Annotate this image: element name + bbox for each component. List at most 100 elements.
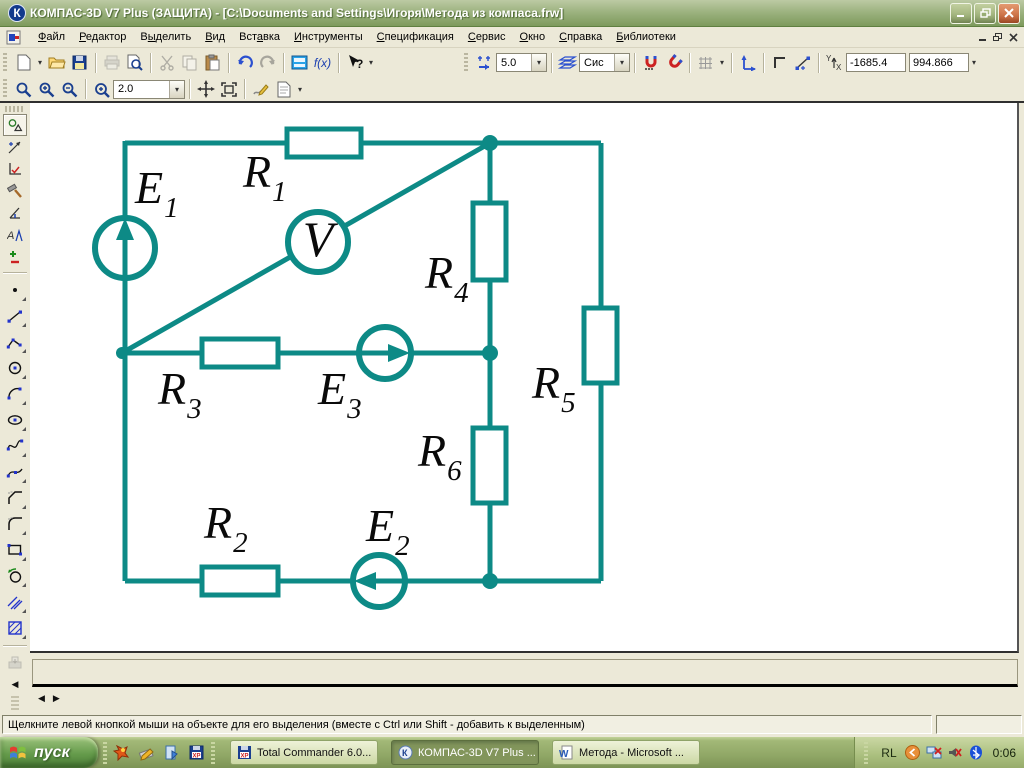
panel-measure-button[interactable]: A: [3, 224, 27, 246]
tool-polyline-button[interactable]: [2, 329, 28, 355]
print-preview-button[interactable]: [123, 52, 146, 74]
quicklaunch-totalcmd-icon[interactable]: XP: [187, 743, 206, 762]
show-document-button[interactable]: [288, 52, 311, 74]
macro-element-button[interactable]: [2, 650, 28, 676]
minimize-button[interactable]: [950, 3, 972, 24]
menu-view[interactable]: Вид: [198, 29, 232, 45]
tool-spline-button[interactable]: [2, 433, 28, 459]
coords-dropdown-icon[interactable]: ▾: [969, 58, 979, 67]
bluetooth-icon[interactable]: [968, 745, 984, 761]
resistor-R2[interactable]: [202, 567, 278, 595]
zoom-out-button[interactable]: [58, 78, 81, 100]
label-R3[interactable]: R3: [158, 366, 202, 412]
menu-editor[interactable]: Редактор: [72, 29, 133, 45]
tool-rectangle-button[interactable]: [2, 537, 28, 563]
snap-step-dropdown[interactable]: ▾: [531, 54, 546, 71]
coordinate-y-field[interactable]: 994.866: [909, 53, 969, 72]
redo-button[interactable]: [256, 52, 279, 74]
paste-button[interactable]: [201, 52, 224, 74]
page-dropdown-icon[interactable]: ▾: [295, 85, 305, 94]
label-R4[interactable]: R4: [425, 250, 469, 296]
tool-circle-button[interactable]: [2, 355, 28, 381]
panel-selection-button[interactable]: [3, 246, 27, 268]
start-button[interactable]: пуск: [0, 737, 98, 768]
label-E2[interactable]: E2: [366, 503, 410, 549]
tool-point-button[interactable]: [2, 277, 28, 303]
tool-segment-button[interactable]: [2, 303, 28, 329]
grid-dropdown-icon[interactable]: ▾: [717, 58, 727, 67]
quicklaunch-messenger-icon[interactable]: [162, 743, 181, 762]
print-button[interactable]: [100, 52, 123, 74]
tool-fillet-button[interactable]: [2, 511, 28, 537]
save-button[interactable]: [68, 52, 91, 74]
menu-libraries[interactable]: Библиотеки: [609, 29, 683, 45]
label-V[interactable]: V: [296, 214, 340, 264]
variables-fx-button[interactable]: f(x): [311, 52, 334, 74]
taskbar-clock[interactable]: 0:06: [993, 746, 1016, 760]
layer-combo[interactable]: Сис▾: [579, 53, 630, 72]
language-indicator[interactable]: RL: [878, 745, 899, 761]
resistor-R3[interactable]: [202, 339, 278, 367]
task-kompas[interactable]: К КОМПАС-3D V7 Plus ...: [391, 740, 539, 765]
resistor-R5[interactable]: [584, 308, 617, 383]
toolbar-grip[interactable]: [3, 53, 7, 73]
quicklaunch-grip[interactable]: [103, 742, 107, 764]
tray-collapse-chevron-icon[interactable]: [905, 745, 921, 761]
resistor-R6[interactable]: [473, 428, 506, 503]
tool-curve-button[interactable]: [2, 459, 28, 485]
restore-button[interactable]: [974, 3, 996, 24]
mdi-minimize-icon[interactable]: [979, 33, 987, 41]
zoom-area-button[interactable]: [12, 78, 35, 100]
local-snap-magnet-icon[interactable]: [662, 52, 685, 74]
panel-dimensions-button[interactable]: [3, 136, 27, 158]
coordinate-x-field[interactable]: -1685.4: [846, 53, 906, 72]
resistor-R4[interactable]: [473, 203, 506, 280]
panel-editing-button[interactable]: [3, 180, 27, 202]
menu-service[interactable]: Сервис: [461, 29, 513, 45]
help-dropdown-icon[interactable]: ▾: [366, 58, 376, 67]
toolbar-grip[interactable]: [3, 79, 7, 99]
grid-button[interactable]: [694, 52, 717, 74]
menu-help[interactable]: Справка: [552, 29, 609, 45]
new-dropdown-icon[interactable]: ▾: [35, 58, 45, 67]
zoom-in-button[interactable]: [35, 78, 58, 100]
mdi-restore-icon[interactable]: [993, 33, 1003, 42]
tool-chamfer-button[interactable]: [2, 485, 28, 511]
open-button[interactable]: [45, 52, 68, 74]
tool-collect-contour-button[interactable]: [2, 563, 28, 589]
label-E3[interactable]: E3: [318, 366, 362, 412]
snap-points-button[interactable]: [791, 52, 814, 74]
muted-volume-icon[interactable]: [947, 745, 963, 761]
zoom-scale-combo[interactable]: 2.0▾: [113, 80, 185, 99]
snap-step-combo[interactable]: 5.0▾: [496, 53, 547, 72]
network-disconnected-icon[interactable]: [926, 745, 942, 761]
panel-parametrics-button[interactable]: [3, 202, 27, 224]
toolbar-grip[interactable]: [464, 53, 468, 73]
taskbar-grip[interactable]: [211, 742, 215, 764]
undo-button[interactable]: [233, 52, 256, 74]
menu-select[interactable]: Выделить: [133, 29, 198, 45]
tool-hatch-button[interactable]: [2, 615, 28, 641]
pan-button[interactable]: [194, 78, 217, 100]
menu-file[interactable]: Файл: [31, 29, 72, 45]
panel-grip[interactable]: [5, 106, 25, 112]
layer-dropdown[interactable]: ▾: [614, 54, 629, 71]
tool-arc-button[interactable]: [2, 381, 28, 407]
tool-ellipse-button[interactable]: [2, 407, 28, 433]
tray-grip[interactable]: [864, 742, 868, 764]
label-R2[interactable]: R2: [204, 500, 248, 546]
fit-document-button[interactable]: [217, 78, 240, 100]
label-E1[interactable]: E1: [135, 165, 179, 211]
quicklaunch-downloader-icon[interactable]: [112, 743, 131, 762]
drawing-canvas[interactable]: E1 R1 V R4 R3 E3 R5 R6 R2 E2: [30, 103, 1019, 653]
close-button[interactable]: [998, 3, 1020, 24]
context-help-button[interactable]: ?: [343, 52, 366, 74]
label-R6[interactable]: R6: [418, 428, 462, 474]
panel-designations-button[interactable]: [3, 158, 27, 180]
fragment-document-icon[interactable]: [6, 30, 23, 45]
task-total-commander[interactable]: XP Total Commander 6.0...: [230, 740, 378, 765]
show-page-button[interactable]: [272, 78, 295, 100]
label-R1[interactable]: R1: [243, 149, 287, 195]
label-R5[interactable]: R5: [532, 360, 576, 406]
copy-button[interactable]: [178, 52, 201, 74]
